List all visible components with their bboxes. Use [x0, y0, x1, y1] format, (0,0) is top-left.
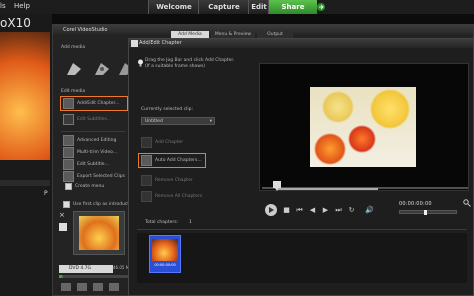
app-logo-icon — [131, 40, 138, 47]
jog-bar-progress — [278, 188, 378, 190]
clip-side-controls: × — [59, 211, 71, 241]
menu-item-tools[interactable]: ls — [0, 2, 6, 10]
export-selected-clips-button[interactable]: Export Selected Clips — [63, 171, 125, 182]
chevron-down-icon: ▾ — [209, 119, 212, 124]
preview-icon[interactable] — [77, 283, 87, 291]
edit-subtitle-label: Edit Subtitle... — [77, 162, 109, 167]
app-title-fragment: oX10 — [0, 16, 31, 30]
disc-usage-bar — [59, 275, 129, 278]
chapter-thumbnail[interactable]: 00:00:00:00 — [149, 235, 181, 273]
menu-item-help[interactable]: Help — [14, 2, 30, 10]
disc-type-select[interactable]: DVD 4.7G — [59, 265, 113, 273]
use-first-clip-checkbox[interactable]: Use first clip as introduction — [63, 201, 136, 208]
tab-share[interactable]: Share — [268, 0, 317, 14]
go-to-end-icon[interactable]: ⏭ — [334, 206, 343, 215]
print-icon[interactable] — [109, 283, 119, 291]
divider — [137, 229, 467, 230]
advanced-editing-button[interactable]: Advanced Editing — [63, 135, 116, 146]
create-menu-checkbox[interactable]: Create menu — [65, 183, 104, 190]
tab-welcome[interactable]: Welcome — [148, 0, 199, 14]
checkbox-icon[interactable] — [59, 223, 67, 231]
info-bulb-icon — [137, 59, 144, 67]
chapter-hint-text: Drag the Jog Bar and click Add Chapter. … — [145, 58, 235, 69]
add-chapter-label: Add Chapter — [155, 140, 184, 145]
chapter-thumbnail-image — [152, 239, 178, 261]
timecode-slider[interactable] — [399, 210, 457, 215]
app-preview-image — [0, 32, 50, 160]
auto-add-chapters-label: Auto Add Chapters... — [155, 158, 202, 163]
remove-all-chapters-button[interactable]: Remove All Chapters — [141, 191, 202, 202]
use-first-clip-label: Use first clip as introduction — [73, 202, 137, 207]
add-edit-chapter-button[interactable]: Add/Edit Chapter... — [60, 96, 128, 111]
chapter-dialog-title: Add/Edit Chapter — [139, 40, 182, 46]
export-selected-clips-label: Export Selected Clips — [77, 174, 125, 179]
remove-chapter-button[interactable]: Remove Chapter — [141, 175, 193, 186]
share-arrow-icon — [316, 2, 326, 12]
remove-chapter-label: Remove Chapter — [155, 178, 193, 183]
app-side-letter: P — [44, 190, 48, 197]
remove-all-chapters-label: Remove All Chapters — [155, 194, 203, 199]
advanced-editing-label: Advanced Editing — [77, 138, 117, 143]
add-edit-chapter-label: Add/Edit Chapter... — [77, 101, 120, 106]
play-button[interactable] — [265, 204, 277, 216]
selected-clip-value: Untitled — [145, 119, 163, 124]
app-menu-bar: ls Help Welcome Capture Edit Share — [0, 0, 474, 14]
add-video-icon[interactable] — [65, 61, 83, 77]
total-chapters-label: Total chapters: — [145, 220, 179, 225]
repeat-icon[interactable]: ↻ — [347, 206, 356, 215]
chapter-strip — [137, 233, 467, 283]
timecode-display[interactable]: 00:00:00:00 — [399, 201, 432, 207]
multi-trim-video-label: Multi-trim Video... — [77, 150, 118, 155]
add-dvd-icon[interactable] — [93, 61, 111, 77]
total-chapters-value: 1 — [189, 220, 192, 225]
go-to-start-icon[interactable]: ⏮ — [295, 206, 304, 215]
auto-add-chapters-button[interactable]: Auto Add Chapters... — [138, 153, 206, 168]
chapter-dialog-titlebar: Add/Edit Chapter — [129, 39, 473, 48]
previous-frame-icon[interactable]: ◀ — [308, 206, 317, 215]
zoom-icon[interactable] — [463, 199, 471, 207]
settings-icon[interactable] — [61, 283, 71, 291]
multi-trim-video-button[interactable]: Multi-trim Video... — [63, 147, 117, 158]
preview-panel — [259, 63, 469, 191]
selected-clip-dropdown[interactable]: Untitled ▾ — [141, 117, 215, 125]
add-chapter-button[interactable]: Add Chapter — [141, 137, 183, 148]
volume-icon[interactable]: 🔊 — [365, 206, 374, 215]
edit-subtitles-label: Edit Subtitles... — [77, 117, 112, 122]
app-timeline-strip — [0, 180, 50, 186]
add-media-label: Add media — [61, 45, 86, 50]
edit-media-label: Edit media — [61, 89, 86, 94]
first-clip-thumbnail[interactable] — [73, 211, 125, 255]
selected-clip-label: Currently selected clip: — [141, 107, 194, 112]
next-frame-icon[interactable]: ▶ — [321, 206, 330, 215]
add-edit-chapter-dialog: Add/Edit Chapter Drag the Jog Bar and cl… — [128, 38, 474, 296]
edit-subtitle-button[interactable]: Edit Subtitle... — [63, 159, 109, 170]
stop-icon[interactable]: ■ — [282, 206, 291, 215]
create-menu-label: Create menu — [75, 184, 105, 189]
chapter-thumbnail-time: 00:00:00:00 — [154, 263, 176, 267]
tab-edit[interactable]: Edit — [248, 0, 269, 14]
edit-subtitles-button[interactable]: Edit Subtitles... — [63, 114, 111, 125]
divider — [61, 131, 125, 132]
close-icon[interactable]: × — [59, 211, 71, 219]
dvd-wizard-title: Corel VideoStudio — [63, 27, 108, 33]
bottom-toolbar — [61, 283, 131, 293]
burn-icon[interactable] — [93, 283, 103, 291]
preview-image — [310, 87, 416, 167]
disc-type-value: DVD 4.7G — [69, 266, 92, 271]
tab-capture[interactable]: Capture — [198, 0, 249, 14]
